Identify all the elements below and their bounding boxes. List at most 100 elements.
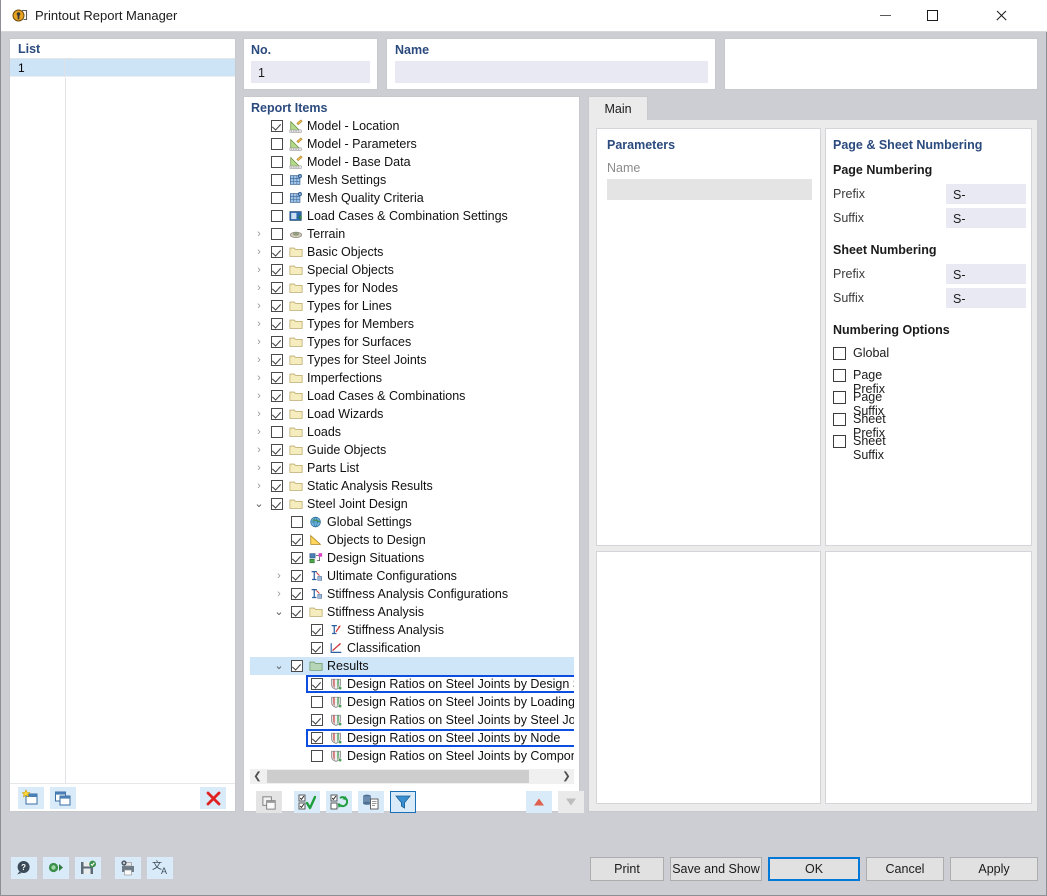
tree-item-checkbox[interactable] xyxy=(271,354,283,366)
help-button[interactable]: ? xyxy=(11,857,37,879)
chevron-right-icon[interactable]: › xyxy=(253,282,265,294)
chevron-right-icon[interactable]: › xyxy=(253,336,265,348)
page-prefix-input[interactable]: S- xyxy=(946,184,1026,204)
tree-item-checkbox[interactable] xyxy=(271,336,283,348)
tree-item[interactable]: ⌄Steel Joint Design xyxy=(250,495,574,513)
tree-item-checkbox[interactable] xyxy=(311,696,323,708)
tree-item[interactable]: ›Parts List xyxy=(250,459,574,477)
tree-item[interactable]: Mesh Settings xyxy=(250,171,574,189)
tree-item[interactable]: Global Settings xyxy=(250,513,574,531)
chevron-right-icon[interactable]: › xyxy=(253,408,265,420)
tree-item[interactable]: ›Basic Objects xyxy=(250,243,574,261)
tree-item[interactable]: Model - Location xyxy=(250,117,574,135)
chevron-down-icon[interactable]: ⌄ xyxy=(273,660,285,672)
chevron-down-icon[interactable]: ⌄ xyxy=(253,498,265,510)
tree-item-checkbox[interactable] xyxy=(271,246,283,258)
tree-item[interactable]: Objects to Design xyxy=(250,531,574,549)
tree-item-checkbox[interactable] xyxy=(271,228,283,240)
tree-horizontal-scrollbar[interactable]: ❮ ❯ xyxy=(250,769,574,784)
chevron-right-icon[interactable]: › xyxy=(253,228,265,240)
tree-item-checkbox[interactable] xyxy=(311,678,323,690)
tab-main[interactable]: Main xyxy=(588,96,648,120)
tree-item[interactable]: Design Ratios on Steel Joints by Compone… xyxy=(250,747,574,765)
tree-item[interactable]: ›Guide Objects xyxy=(250,441,574,459)
tree-item[interactable]: ›Loads xyxy=(250,423,574,441)
move-up-button[interactable] xyxy=(526,791,552,813)
tree-item-checkbox[interactable] xyxy=(271,462,283,474)
tree-item-checkbox[interactable] xyxy=(271,138,283,150)
invert-selection-button[interactable] xyxy=(326,791,352,813)
parameters-name-input[interactable] xyxy=(607,179,812,200)
ok-button[interactable]: OK xyxy=(768,857,860,881)
tree-item[interactable]: Classification xyxy=(250,639,574,657)
tree-item[interactable]: ›Types for Lines xyxy=(250,297,574,315)
tree-item-checkbox[interactable] xyxy=(271,408,283,420)
chevron-right-icon[interactable]: › xyxy=(253,354,265,366)
tree-item[interactable]: ›Stiffness Analysis Configurations xyxy=(250,585,574,603)
tree-item-checkbox[interactable] xyxy=(291,588,303,600)
sheet-suffix-input[interactable]: S- xyxy=(946,288,1026,308)
sheet-prefix-checkbox[interactable] xyxy=(833,413,846,426)
printer-settings-button[interactable] xyxy=(115,857,141,879)
tree-item[interactable]: Stiffness Analysis xyxy=(250,621,574,639)
chevron-right-icon[interactable]: › xyxy=(253,444,265,456)
delete-report-button[interactable] xyxy=(200,787,226,809)
tree-item-checkbox[interactable] xyxy=(291,660,303,672)
select-all-button[interactable] xyxy=(294,791,320,813)
chevron-right-icon[interactable]: › xyxy=(253,390,265,402)
tree-item[interactable]: Design Ratios on Steel Joints by Node xyxy=(250,729,574,747)
tree-item-checkbox[interactable] xyxy=(271,156,283,168)
tree-item-checkbox[interactable] xyxy=(271,264,283,276)
list-item[interactable]: 1 xyxy=(10,59,235,77)
chevron-right-icon[interactable]: › xyxy=(253,426,265,438)
tree-item-checkbox[interactable] xyxy=(271,444,283,456)
tree-item[interactable]: ⌄Results xyxy=(250,657,574,675)
move-down-button[interactable] xyxy=(558,791,584,813)
tree-item-checkbox[interactable] xyxy=(311,642,323,654)
tree-item[interactable]: ›Ultimate Configurations xyxy=(250,567,574,585)
language-button[interactable]: 文 A xyxy=(147,857,173,879)
tree-item[interactable]: ›Load Wizards xyxy=(250,405,574,423)
name-input[interactable] xyxy=(395,61,708,83)
scrollbar-thumb[interactable] xyxy=(267,770,529,783)
tree-item-checkbox[interactable] xyxy=(311,750,323,762)
tree-item-checkbox[interactable] xyxy=(271,372,283,384)
tree-item[interactable]: ›Load Cases & Combinations xyxy=(250,387,574,405)
tree-item[interactable]: ›Terrain xyxy=(250,225,574,243)
tree-item[interactable]: Model - Parameters xyxy=(250,135,574,153)
tree-item[interactable]: Mesh Quality Criteria xyxy=(250,189,574,207)
tree-item[interactable]: ›Types for Surfaces xyxy=(250,333,574,351)
chevron-right-icon[interactable]: › xyxy=(253,246,265,258)
tree-item[interactable]: ›Static Analysis Results xyxy=(250,477,574,495)
page-suffix-input[interactable]: S- xyxy=(946,208,1026,228)
tree-item-checkbox[interactable] xyxy=(291,552,303,564)
tree-item-checkbox[interactable] xyxy=(271,210,283,222)
tree-item[interactable]: ⌄Stiffness Analysis xyxy=(250,603,574,621)
save-and-show-button[interactable]: Save and Show xyxy=(670,857,762,881)
tree-item-checkbox[interactable] xyxy=(271,390,283,402)
chevron-right-icon[interactable]: › xyxy=(273,570,285,582)
tree-item[interactable]: Load Cases & Combination Settings xyxy=(250,207,574,225)
print-button[interactable]: Print xyxy=(590,857,664,881)
chevron-left-icon[interactable]: ❮ xyxy=(250,769,265,784)
copy-report-button[interactable] xyxy=(50,787,76,809)
new-report-button[interactable] xyxy=(18,787,44,809)
chevron-right-icon[interactable]: › xyxy=(253,264,265,276)
tree-item-checkbox[interactable] xyxy=(271,426,283,438)
tree-item-checkbox[interactable] xyxy=(291,606,303,618)
tree-item-checkbox[interactable] xyxy=(271,480,283,492)
tree-item[interactable]: ›Types for Members xyxy=(250,315,574,333)
tree-item-checkbox[interactable] xyxy=(311,714,323,726)
tree-item-checkbox[interactable] xyxy=(271,498,283,510)
chevron-right-icon[interactable]: › xyxy=(253,318,265,330)
tree-item-checkbox[interactable] xyxy=(271,300,283,312)
filter-button[interactable] xyxy=(390,791,416,813)
page-suffix-checkbox[interactable] xyxy=(833,391,846,404)
tree-item-checkbox[interactable] xyxy=(271,120,283,132)
tree-item-checkbox[interactable] xyxy=(291,534,303,546)
tree-item[interactable]: ›Types for Nodes xyxy=(250,279,574,297)
chevron-right-icon[interactable]: › xyxy=(253,462,265,474)
tree-item-checkbox[interactable] xyxy=(271,282,283,294)
tree-item-checkbox[interactable] xyxy=(311,732,323,744)
tree-item[interactable]: Design Ratios on Steel Joints by Loading xyxy=(250,693,574,711)
